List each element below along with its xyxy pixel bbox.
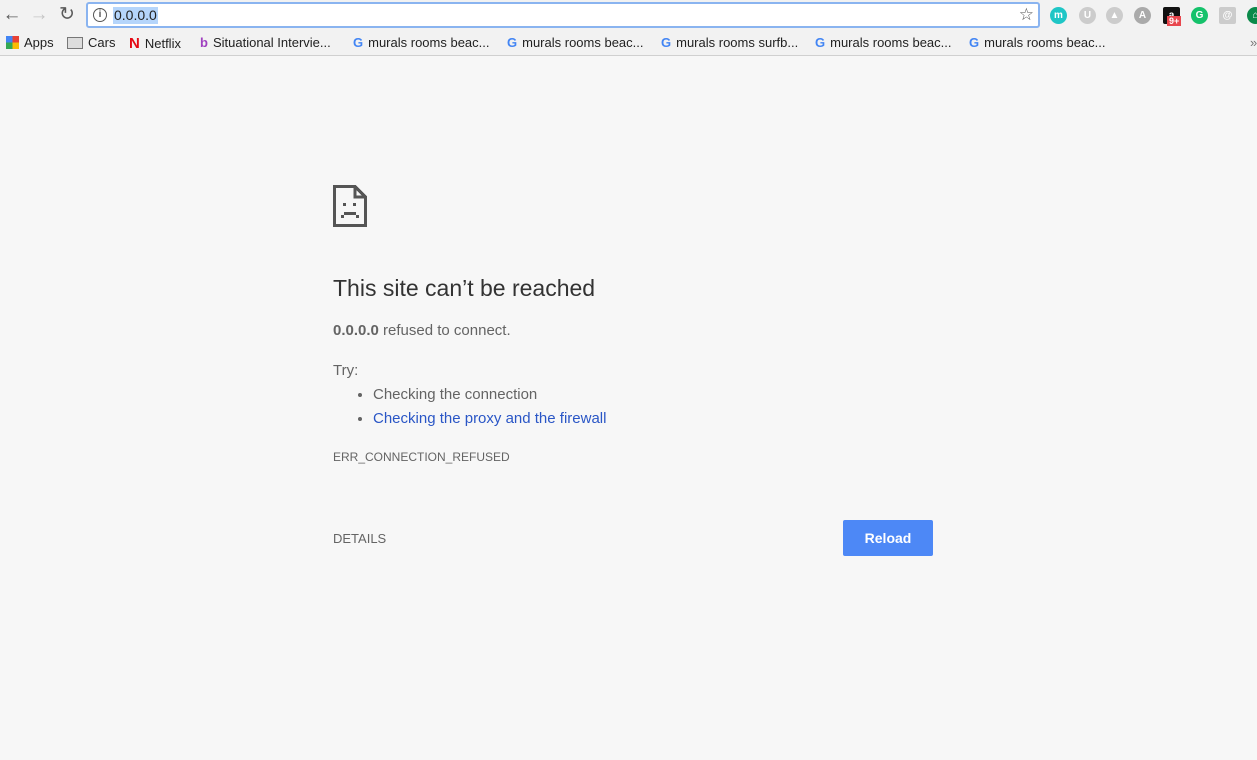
google-icon: G (507, 35, 518, 50)
browser-toolbar: ← → ↻ i 0.0.0.0 ☆ m U ▲ A a 9+ G @ ⌂ (0, 0, 1257, 31)
drive-icon[interactable]: ▲ (1106, 7, 1123, 24)
netflix-icon: N (129, 35, 140, 52)
bookmark-murals-2[interactable]: Gmurals rooms beac... (507, 35, 644, 50)
extension-m-icon[interactable]: m (1050, 7, 1067, 24)
sad-page-icon (333, 185, 367, 227)
bookmarks-bar: Apps Cars N Netflix b Situational Intervie… (0, 31, 1257, 56)
amazon-icon[interactable]: a 9+ (1163, 7, 1182, 26)
google-icon: G (815, 35, 826, 50)
reload-icon[interactable]: ↻ (56, 4, 78, 26)
folder-icon (67, 36, 83, 49)
bookmark-murals-4[interactable]: Gmurals rooms beac... (815, 35, 952, 50)
star-icon[interactable]: ☆ (1019, 4, 1034, 26)
google-icon: G (969, 35, 980, 50)
try-label: Try: (333, 362, 359, 379)
address-bar[interactable]: i 0.0.0.0 ☆ (86, 2, 1040, 28)
apps-grid-icon (6, 36, 19, 49)
url-text[interactable]: 0.0.0.0 (113, 7, 158, 24)
bookmarks-overflow-button[interactable]: » (1250, 35, 1257, 50)
error-code: ERR_CONNECTION_REFUSED (333, 450, 510, 464)
bookmark-cars[interactable]: Cars (67, 35, 115, 50)
extension-home-icon[interactable]: ⌂ (1247, 7, 1257, 24)
grammarly-icon[interactable]: G (1191, 7, 1208, 24)
error-message: 0.0.0.0 refused to connect. (333, 322, 511, 339)
b-logo-icon: b (200, 35, 208, 50)
bookmark-murals-3[interactable]: Gmurals rooms surfb... (661, 35, 798, 50)
suggestion-proxy: Checking the proxy and the firewall (373, 409, 606, 433)
suggestion-connection: Checking the connection (373, 385, 606, 409)
google-icon: G (661, 35, 672, 50)
bookmark-murals-1[interactable]: Gmurals rooms beac... (353, 35, 490, 50)
google-icon: G (353, 35, 364, 50)
badge: 9+ (1167, 16, 1182, 26)
bookmark-netflix[interactable]: N Netflix (129, 35, 181, 52)
error-title: This site can’t be reached (333, 275, 596, 301)
suggestions-list: Checking the connection Checking the pro… (373, 385, 606, 433)
bookmark-situational[interactable]: b Situational Intervie... (200, 35, 331, 50)
extension-u-icon[interactable]: U (1079, 7, 1096, 24)
back-button[interactable]: ← (1, 4, 23, 26)
extension-a-icon[interactable]: A (1134, 7, 1151, 24)
info-icon[interactable]: i (93, 8, 107, 22)
bookmark-murals-5[interactable]: Gmurals rooms beac... (969, 35, 1106, 50)
details-button[interactable]: DETAILS (333, 531, 386, 546)
extension-spiral-icon[interactable]: @ (1219, 7, 1236, 24)
proxy-firewall-link[interactable]: Checking the proxy and the firewall (373, 410, 606, 427)
bookmark-apps[interactable]: Apps (6, 35, 54, 50)
forward-button[interactable]: → (28, 4, 50, 26)
reload-button[interactable]: Reload (843, 520, 933, 556)
